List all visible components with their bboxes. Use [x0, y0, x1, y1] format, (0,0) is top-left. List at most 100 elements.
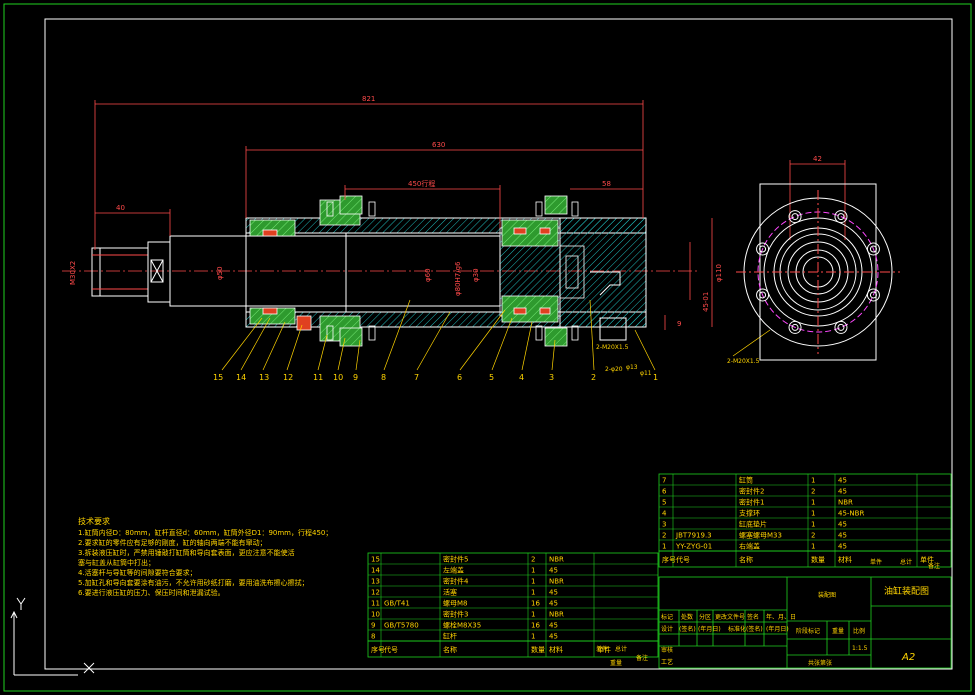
dim-right: 58: [602, 180, 611, 188]
bom-top-cell-qty: 1: [811, 499, 815, 507]
scale-value: 1:1.5: [852, 645, 868, 652]
bom-bottom-cell-code: GB/T41: [384, 600, 410, 608]
dimension-text: 821 630 450行程 40 58 42 M30X2 φ50 φ80H7/g…: [69, 95, 822, 328]
rev-zone: 分区: [699, 613, 711, 621]
note-line-3: 3.拆装液压缸时，严禁用锤敲打缸筒和导向套表面，更应注意不能使活: [78, 548, 295, 557]
bom-bottom-cell-qty: 2: [531, 556, 535, 564]
bom-top-header-label: 数量: [811, 555, 825, 564]
port-note-1: 2-M20X1.5: [596, 344, 629, 351]
bom-top-cell-no: 3: [662, 521, 666, 529]
bom-top-header-label: 序号: [662, 555, 676, 564]
check-label: 审核: [661, 646, 673, 654]
drawing-title: 油缸装配图: [884, 585, 929, 597]
bom-bottom-header-label: 数量: [531, 645, 545, 654]
balloon-8: 8: [381, 373, 386, 382]
bom-bottom-cell-qty: 1: [531, 578, 535, 586]
bom-top-header-label: 名称: [739, 555, 753, 564]
bom-top-cell-name: 密封件2: [739, 487, 764, 496]
balloon-7: 7: [414, 373, 419, 382]
notes-heading: 技术要求: [78, 516, 110, 526]
bom-bottom-cell-qty: 1: [531, 611, 535, 619]
bom-bottom-cell-name: 密封件5: [443, 555, 468, 564]
rev-sign: 签名: [747, 613, 759, 621]
dim-overall: 821: [362, 95, 375, 103]
dim-left: 40: [116, 204, 125, 212]
bom-bottom-cell-name: 螺母M8: [443, 599, 468, 608]
bom-bottom-cell-mat: 45: [549, 633, 558, 641]
design-sign: (签名): [679, 625, 696, 633]
bom-bottom-cell-qty: 1: [531, 633, 535, 641]
weight-label-tb: 重量: [832, 627, 844, 635]
bom-top-cell-mat: 45: [838, 521, 847, 529]
bom-top-cell-no: 1: [662, 543, 666, 551]
dim-rod: φ50: [216, 266, 224, 280]
bom-top-cell-name: 右端盖: [739, 542, 760, 551]
leader-lines: [221, 299, 771, 371]
balloon-2: 2: [591, 373, 596, 382]
bom-top-cell-qty: 1: [811, 543, 815, 551]
bom-top-cell-name: 螺塞螺母M33: [739, 531, 782, 540]
bom-bottom-cell-qty: 16: [531, 622, 540, 630]
bom-top-cell-code: JBT7919.3: [675, 532, 712, 540]
ucs-icon: [10, 597, 95, 676]
note-line-2: 2.要求缸的零件应有足够的刚度，缸的轴向两端不能有窜动；: [78, 538, 267, 547]
rev-count: 处数: [681, 613, 693, 621]
process-label: 工艺: [661, 658, 673, 666]
bom-top-cell-qty: 2: [811, 488, 815, 496]
bom-bottom-cell-name: 活塞: [443, 588, 457, 597]
cad-drawing-canvas[interactable]: 821 630 450行程 40 58 42 M30X2 φ50 φ80H7/g…: [0, 0, 975, 695]
bom-bottom-cell-mat: 45: [549, 567, 558, 575]
unit-label: 装配图: [818, 591, 836, 599]
bom-bottom-cell-qty: 1: [531, 567, 535, 575]
rod-end: [91, 241, 171, 303]
bom-bottom-cell-mat: 45: [549, 622, 558, 630]
rev-mark: 标记: [661, 613, 673, 621]
bom-bottom-cell-mat: 45: [549, 600, 558, 608]
dim-body: 630: [432, 141, 445, 149]
bom-top-cell-mat: 45: [838, 543, 847, 551]
cylinder-barrel: [245, 217, 647, 328]
bom-bottom-header-label: 材料: [549, 645, 563, 654]
bolt-hole-inner: [837, 213, 845, 221]
bolt-hole-inner: [791, 213, 799, 221]
bom-top-cell-mat: 45: [838, 532, 847, 540]
bom-bottom-cell-mat: NBR: [549, 578, 564, 586]
bom-top-cell-name: 缸筒: [739, 476, 753, 485]
bom-bottom-cell-mat: 45: [549, 589, 558, 597]
bom-bottom-cell-no: 9: [371, 622, 375, 630]
bolt-hole-inner: [837, 323, 845, 331]
end-view: [736, 183, 900, 361]
bom-top-cell-mat: NBR: [838, 499, 853, 507]
bom-bottom-cell-name: 螺栓M8X35: [443, 621, 481, 630]
bom-bottom-cell-name: 缸杆: [443, 632, 457, 641]
bom-header-total_wt: 总计: [615, 645, 627, 653]
note-line-1: 1.缸筒内径D：80mm，缸杆直径d：60mm，缸筒外径D1：90mm，行程45…: [78, 528, 332, 537]
dim-thread: M30X2: [69, 261, 77, 285]
bom-bottom-cell-no: 11: [371, 600, 380, 608]
bom-header-unit_wt: 单件: [870, 558, 882, 566]
sheet-size: A2: [901, 652, 915, 663]
dim-stroke: 450行程: [408, 179, 435, 188]
balloons: 15 14 13 12 11 10 9 8 7 6 5 4 3 2 1: [213, 373, 658, 382]
balloon-9: 9: [353, 373, 358, 382]
note-line-7: 6.要进行液压缸的压力、保压时间和泄漏试验。: [78, 588, 225, 597]
dim-outer: φ110: [715, 264, 723, 282]
bom-bottom-cell-no: 13: [371, 578, 380, 586]
stage-label: 阶段标记: [796, 627, 820, 635]
balloon-12: 12: [283, 373, 293, 382]
balloon-10: 10: [333, 373, 343, 382]
bom-header-total_wt: 总计: [900, 558, 912, 566]
balloon-6: 6: [457, 373, 462, 382]
bom-top-cell-no: 7: [662, 477, 666, 485]
bom-top-cell-name: 支撑环: [739, 509, 760, 518]
balloon-11: 11: [313, 373, 323, 382]
balloon-14: 14: [236, 373, 246, 382]
dimension-lines: [94, 100, 846, 330]
note-line-4: 塞与缸盖从缸筒中打出；: [78, 558, 155, 567]
bom-top-cell-qty: 1: [811, 521, 815, 529]
balloon-1: 1: [653, 373, 658, 382]
bom-top-cell-qty: 1: [811, 510, 815, 518]
bom-top-cell-qty: 2: [811, 532, 815, 540]
bom-table: 7 缸筒 1 45 6 密封件2 2 45 5 密封件1 1 NBR 4 支撑环 1 45-NBR 3 缸底垫片 1…: [367, 473, 952, 667]
note-line-5: 4.活塞杆与导缸等的间隙要符合要求；: [78, 568, 197, 577]
